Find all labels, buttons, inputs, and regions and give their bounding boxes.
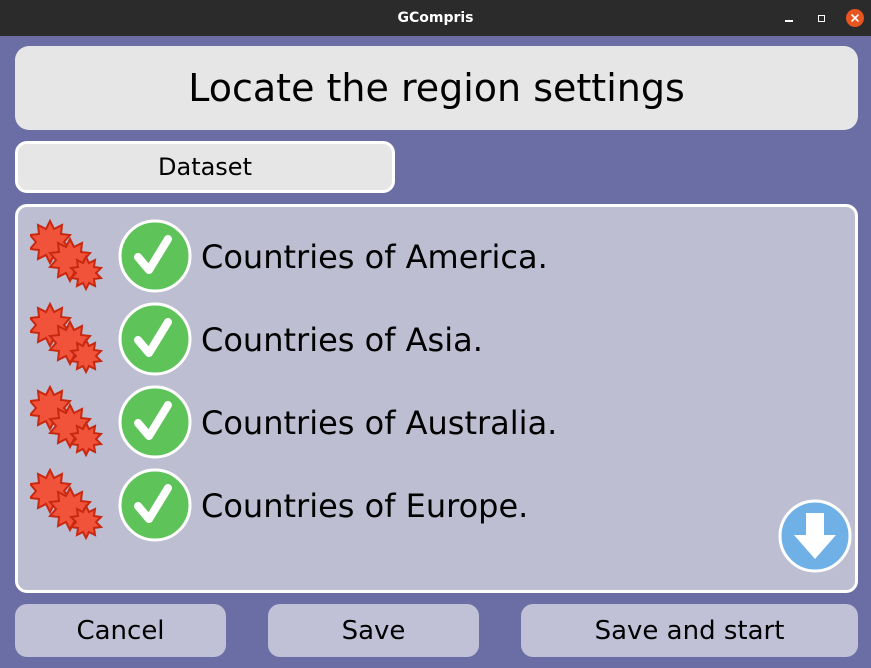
header-panel: Locate the region settings xyxy=(15,46,858,130)
difficulty-stars-icon xyxy=(30,302,104,375)
dataset-list: Countries of America. Countries of Asia. xyxy=(15,204,858,593)
maximize-button[interactable] xyxy=(811,8,831,28)
maximize-icon xyxy=(817,14,825,22)
checkmark-icon[interactable] xyxy=(118,468,192,542)
list-item-australia[interactable]: Countries of Australia. xyxy=(30,385,830,461)
checkmark-icon[interactable] xyxy=(118,219,192,293)
window-titlebar: GCompris xyxy=(0,0,871,36)
page-title: Locate the region settings xyxy=(188,66,685,110)
window-title: GCompris xyxy=(397,10,474,26)
dataset-label: Countries of Australia. xyxy=(201,404,558,442)
difficulty-stars-icon xyxy=(30,468,104,541)
save-and-start-button[interactable]: Save and start xyxy=(521,604,858,657)
close-button[interactable] xyxy=(845,8,865,28)
minimize-icon xyxy=(785,20,793,22)
dataset-label: Countries of Asia. xyxy=(201,321,483,359)
dataset-label: Countries of America. xyxy=(201,238,548,276)
difficulty-stars-icon xyxy=(30,219,104,292)
checkmark-icon[interactable] xyxy=(118,302,192,376)
checkmark-icon[interactable] xyxy=(118,385,192,459)
list-item-america[interactable]: Countries of America. xyxy=(30,219,830,295)
close-icon xyxy=(846,9,864,27)
tab-dataset[interactable]: Dataset xyxy=(15,141,395,193)
scroll-down-button[interactable] xyxy=(778,499,852,573)
cancel-button[interactable]: Cancel xyxy=(15,604,226,657)
save-button[interactable]: Save xyxy=(268,604,479,657)
list-item-asia[interactable]: Countries of Asia. xyxy=(30,302,830,378)
minimize-button[interactable] xyxy=(779,8,799,28)
dataset-label: Countries of Europe. xyxy=(201,487,529,525)
list-item-europe[interactable]: Countries of Europe. xyxy=(30,468,830,544)
difficulty-stars-icon xyxy=(30,385,104,458)
